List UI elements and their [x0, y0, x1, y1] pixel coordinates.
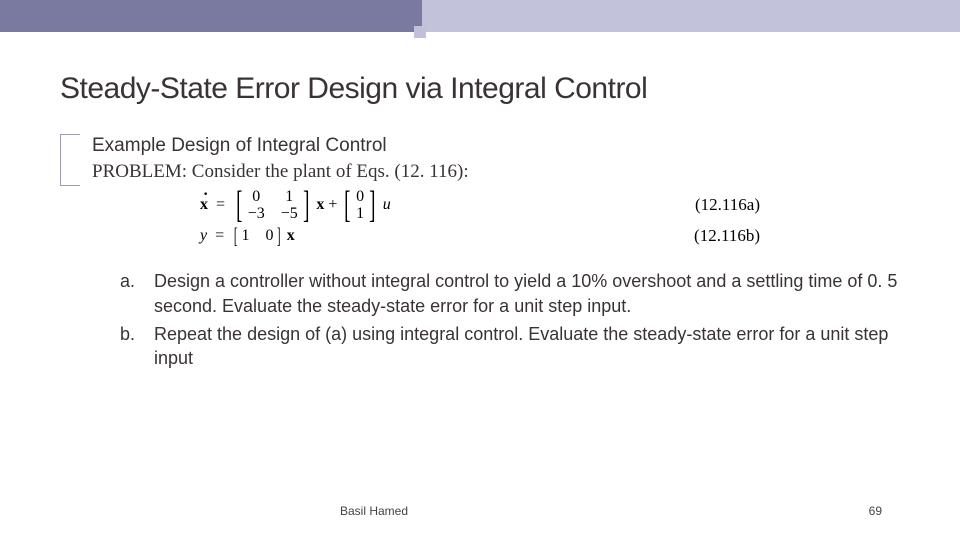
header-bar-light [422, 0, 960, 32]
equation-row-b: y = [ 1 0 ] x (12.116b) [200, 225, 760, 247]
C2: 0 [265, 227, 273, 245]
equation-block: x = [ 0 1 −3 −5 ] x + [ 0 1 [60, 187, 900, 247]
header-bar [0, 0, 960, 32]
marker-a: a. [120, 269, 154, 318]
slide-content: Steady-State Error Design via Integral C… [0, 32, 960, 370]
C1: 1 [241, 227, 249, 245]
example-heading: Example Design of Integral Control [92, 134, 900, 159]
A11: 0 [248, 188, 265, 206]
problem-list: a. Design a controller without integral … [60, 269, 900, 370]
equation-label-b: (12.116b) [694, 226, 760, 246]
equation-b: y = [ 1 0 ] x [200, 225, 295, 247]
equation-label-a: (12.116a) [695, 195, 760, 215]
item-b-text: Repeat the design of (a) using integral … [154, 322, 900, 371]
equation-row-a: x = [ 0 1 −3 −5 ] x + [ 0 1 [200, 187, 760, 223]
equation-a: x = [ 0 1 −3 −5 ] x + [ 0 1 [200, 187, 391, 223]
B1: 0 [356, 188, 364, 206]
B2: 1 [356, 205, 364, 223]
marker-b: b. [120, 322, 154, 371]
subhead-block: Example Design of Integral Control PROBL… [60, 134, 900, 185]
list-item-b: b. Repeat the design of (a) using integr… [120, 322, 900, 371]
list-item-a: a. Design a controller without integral … [120, 269, 900, 318]
accent-square [414, 26, 426, 38]
slide-title: Steady-State Error Design via Integral C… [60, 72, 900, 106]
bullet-bracket-icon [60, 134, 80, 186]
u-var: u [383, 196, 391, 214]
footer-page-number: 69 [869, 504, 882, 518]
problem-text: PROBLEM: Consider the plant of Eqs. (12.… [92, 159, 900, 186]
footer: Basil Hamed 69 [0, 504, 960, 518]
footer-author: Basil Hamed [340, 504, 408, 518]
A21: −3 [248, 205, 265, 223]
header-bar-dark [0, 0, 422, 32]
item-a-text: Design a controller without integral con… [154, 269, 900, 318]
A12: 1 [281, 188, 298, 206]
A22: −5 [281, 205, 298, 223]
